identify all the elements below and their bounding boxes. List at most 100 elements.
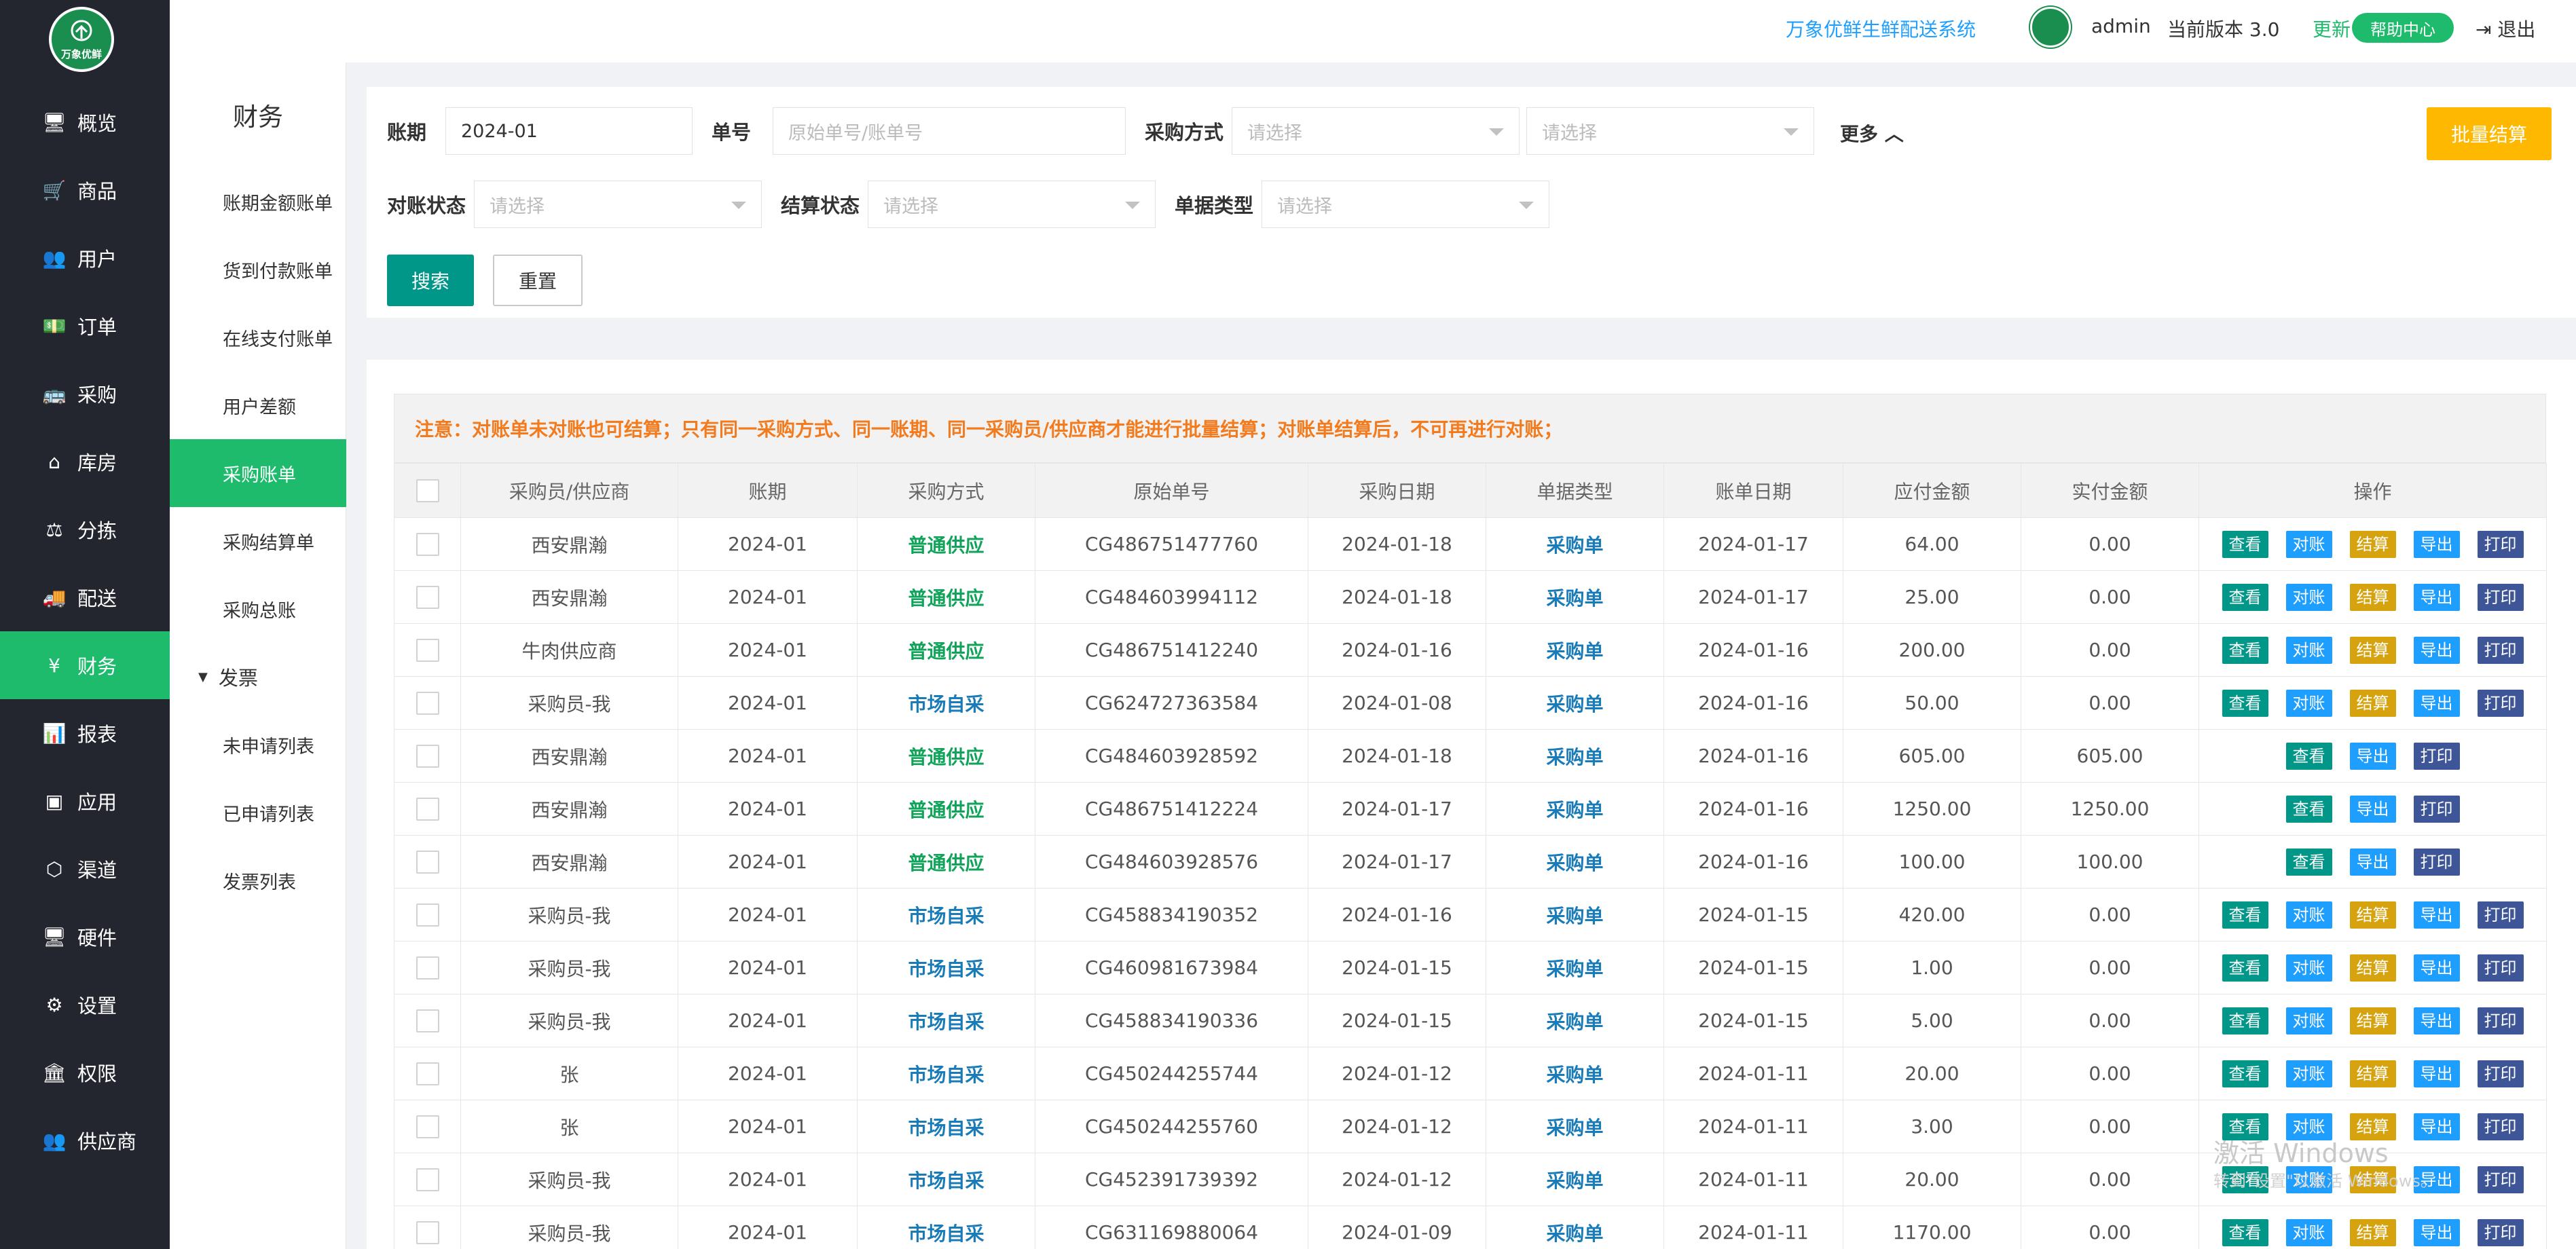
- brand-logo[interactable]: 万象优鲜: [49, 7, 114, 72]
- row-checkbox[interactable]: [416, 1168, 439, 1191]
- row-checkbox[interactable]: [416, 1009, 439, 1032]
- update-link[interactable]: 更新: [2313, 15, 2351, 42]
- submenu-item-6[interactable]: 采购总账: [170, 575, 346, 643]
- nav-item-1[interactable]: 🛒 商品: [0, 156, 170, 224]
- reconcile-button[interactable]: 对账: [2285, 954, 2332, 982]
- table-row[interactable]: 牛肉供应商 2024-01 普通供应 CG486751412240 2024-01-16…: [394, 623, 2547, 677]
- print-button[interactable]: 打印: [2477, 1060, 2524, 1087]
- submenu-invoice-item-1[interactable]: 已申请列表: [170, 779, 346, 846]
- print-button[interactable]: 打印: [2413, 742, 2460, 770]
- nav-item-2[interactable]: 👥 用户: [0, 224, 170, 292]
- table-row[interactable]: 西安鼎瀚 2024-01 普通供应 CG484603928592 2024-01-18 采…: [394, 729, 2547, 783]
- view-button[interactable]: 查看: [2222, 1060, 2268, 1087]
- export-button[interactable]: 导出: [2413, 636, 2460, 664]
- print-button[interactable]: 打印: [2477, 1166, 2524, 1193]
- row-checkbox[interactable]: [416, 851, 439, 874]
- submenu-item-5[interactable]: 采购结算单: [170, 507, 346, 575]
- view-button[interactable]: 查看: [2222, 636, 2268, 664]
- reconcile-button[interactable]: 对账: [2285, 636, 2332, 664]
- submenu-invoice-item-2[interactable]: 发票列表: [170, 846, 346, 914]
- row-checkbox[interactable]: [416, 533, 439, 556]
- user-avatar[interactable]: [2030, 7, 2071, 48]
- table-row[interactable]: 采购员-我 2024-01 市场自采 CG458834190352 2024-01-16…: [394, 888, 2547, 942]
- number-input[interactable]: 原始单号/账单号: [773, 107, 1126, 155]
- view-button[interactable]: 查看: [2222, 954, 2268, 982]
- export-button[interactable]: 导出: [2413, 954, 2460, 982]
- view-button[interactable]: 查看: [2222, 901, 2268, 929]
- nav-item-4[interactable]: 🚌 采购: [0, 360, 170, 428]
- nav-item-7[interactable]: 🚚 配送: [0, 563, 170, 631]
- view-button[interactable]: 查看: [2222, 1007, 2268, 1034]
- export-button[interactable]: 导出: [2413, 583, 2460, 611]
- export-button[interactable]: 导出: [2413, 901, 2460, 929]
- doc-type-select[interactable]: 请选择: [1262, 181, 1549, 228]
- system-name-link[interactable]: 万象优鲜生鲜配送系统: [1786, 15, 1976, 42]
- print-button[interactable]: 打印: [2477, 901, 2524, 929]
- view-button[interactable]: 查看: [2222, 530, 2268, 558]
- submenu-invoice-item-0[interactable]: 未申请列表: [170, 711, 346, 779]
- table-row[interactable]: 西安鼎瀚 2024-01 普通供应 CG484603928576 2024-01-17 采…: [394, 835, 2547, 889]
- reconcile-button[interactable]: 对账: [2285, 901, 2332, 929]
- nav-item-15[interactable]: 👥 供应商: [0, 1106, 170, 1174]
- print-button[interactable]: 打印: [2413, 848, 2460, 876]
- row-checkbox[interactable]: [416, 903, 439, 927]
- row-checkbox[interactable]: [416, 798, 439, 821]
- settle-button[interactable]: 结算: [2349, 901, 2396, 929]
- export-button[interactable]: 导出: [2349, 848, 2396, 876]
- table-row[interactable]: 西安鼎瀚 2024-01 普通供应 CG486751412224 2024-01-17 采…: [394, 782, 2547, 836]
- nav-item-0[interactable]: 🖥 概览: [0, 88, 170, 156]
- view-button[interactable]: 查看: [2222, 583, 2268, 611]
- table-row[interactable]: 张 2024-01 市场自采 CG450244255744 2024-01-12 采购单 2…: [394, 1047, 2547, 1100]
- username[interactable]: admin: [2091, 15, 2151, 37]
- print-button[interactable]: 打印: [2477, 636, 2524, 664]
- export-button[interactable]: 导出: [2413, 1113, 2460, 1140]
- settle-button[interactable]: 结算: [2349, 954, 2396, 982]
- submenu-item-4[interactable]: 采购账单: [170, 439, 346, 507]
- export-button[interactable]: 导出: [2413, 530, 2460, 558]
- submenu-group-invoice[interactable]: ▼ 发票: [170, 643, 346, 711]
- table-row[interactable]: 采购员-我 2024-01 市场自采 CG631169880064 2024-01-09…: [394, 1206, 2547, 1249]
- settle-button[interactable]: 结算: [2349, 530, 2396, 558]
- nav-item-13[interactable]: ⚙ 设置: [0, 971, 170, 1039]
- nav-item-5[interactable]: ⌂ 库房: [0, 428, 170, 496]
- reconcile-button[interactable]: 对账: [2285, 1007, 2332, 1034]
- method-sub-select[interactable]: 请选择: [1526, 107, 1814, 155]
- reconcile-button[interactable]: 对账: [2285, 530, 2332, 558]
- settle-status-select[interactable]: 请选择: [868, 181, 1156, 228]
- export-button[interactable]: 导出: [2413, 1060, 2460, 1087]
- settle-button[interactable]: 结算: [2349, 1218, 2396, 1246]
- print-button[interactable]: 打印: [2477, 1113, 2524, 1140]
- view-button[interactable]: 查看: [2285, 742, 2332, 770]
- print-button[interactable]: 打印: [2477, 689, 2524, 717]
- settle-button[interactable]: 结算: [2349, 636, 2396, 664]
- view-button[interactable]: 查看: [2285, 848, 2332, 876]
- table-row[interactable]: 采购员-我 2024-01 市场自采 CG624727363584 2024-01-08…: [394, 676, 2547, 730]
- row-checkbox[interactable]: [416, 1221, 439, 1244]
- nav-item-11[interactable]: ⬡ 渠道: [0, 835, 170, 903]
- reset-button[interactable]: 重置: [493, 255, 583, 306]
- view-button[interactable]: 查看: [2222, 1218, 2268, 1246]
- row-checkbox[interactable]: [416, 586, 439, 609]
- export-button[interactable]: 导出: [2349, 795, 2396, 823]
- nav-item-10[interactable]: ▣ 应用: [0, 767, 170, 835]
- select-all-checkbox[interactable]: [416, 479, 439, 502]
- print-button[interactable]: 打印: [2477, 954, 2524, 982]
- settle-button[interactable]: 结算: [2349, 1060, 2396, 1087]
- recon-status-select[interactable]: 请选择: [474, 181, 762, 228]
- more-filters-toggle[interactable]: 更多 ︿: [1840, 119, 1904, 147]
- table-row[interactable]: 采购员-我 2024-01 市场自采 CG460981673984 2024-01-15…: [394, 941, 2547, 994]
- help-center-button[interactable]: 帮助中心: [2352, 13, 2454, 43]
- batch-settle-button[interactable]: 批量结算: [2427, 107, 2552, 160]
- submenu-item-1[interactable]: 货到付款账单: [170, 236, 346, 303]
- print-button[interactable]: 打印: [2477, 1218, 2524, 1246]
- print-button[interactable]: 打印: [2413, 795, 2460, 823]
- row-checkbox[interactable]: [416, 639, 439, 662]
- reconcile-button[interactable]: 对账: [2285, 1060, 2332, 1087]
- export-button[interactable]: 导出: [2413, 1007, 2460, 1034]
- submenu-item-2[interactable]: 在线支付账单: [170, 303, 346, 371]
- reconcile-button[interactable]: 对账: [2285, 1218, 2332, 1246]
- nav-item-12[interactable]: 🖥 硬件: [0, 903, 170, 971]
- submenu-item-3[interactable]: 用户差额: [170, 371, 346, 439]
- row-checkbox[interactable]: [416, 956, 439, 980]
- settle-button[interactable]: 结算: [2349, 583, 2396, 611]
